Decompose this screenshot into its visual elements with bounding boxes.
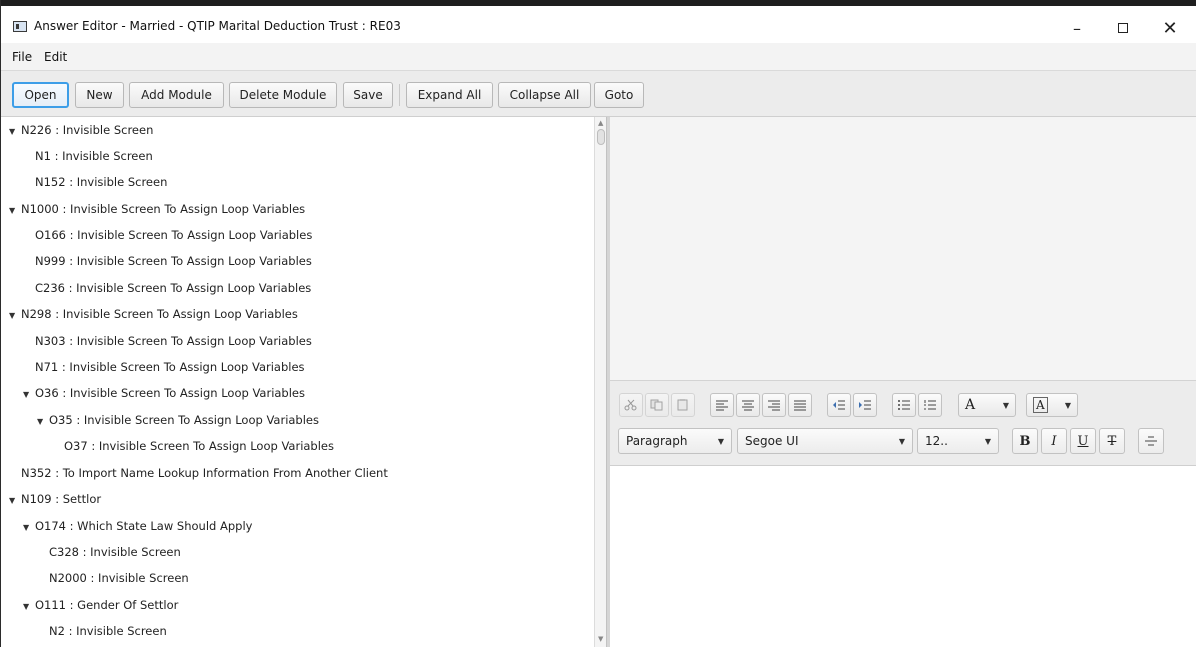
expand-arrow-icon[interactable]: ▼ (9, 119, 21, 145)
tree-item[interactable]: ▼ N298 : Invisible Screen To Assign Loop … (9, 301, 298, 327)
tree-item[interactable]: ▼ O174 : Which State Law Should Apply (23, 513, 252, 539)
tree-scrollbar[interactable]: ▲ ▼ (594, 117, 606, 647)
text-color-dropdown[interactable]: A ▼ (958, 393, 1016, 417)
chevron-down-icon: ▼ (1002, 400, 1009, 410)
bullet-list-button[interactable] (892, 393, 916, 417)
tree-item[interactable]: C328 : Invisible Screen (49, 539, 181, 565)
expand-arrow-icon[interactable]: ▼ (9, 488, 21, 514)
outdent-button[interactable] (827, 393, 851, 417)
open-button[interactable]: Open (12, 82, 69, 108)
paragraph-style-select[interactable]: Paragraph ▼ (618, 428, 732, 454)
toolbar-separator (399, 84, 400, 106)
numbered-list-button[interactable] (918, 393, 942, 417)
maximize-button[interactable] (1100, 12, 1146, 44)
expand-arrow-icon[interactable]: ▼ (23, 515, 35, 541)
tree-item[interactable]: ▼ O111 : Gender Of Settlor (23, 592, 178, 618)
expand-arrow-icon[interactable]: ▼ (9, 303, 21, 329)
bullet-list-icon (898, 400, 910, 410)
new-button[interactable]: New (75, 82, 124, 108)
numbered-list-icon (924, 400, 936, 410)
main-toolbar: Open New Add Module Delete Module Save E… (1, 71, 1196, 117)
close-button[interactable]: ✕ (1147, 12, 1193, 44)
tree-item[interactable]: N1 : Invisible Screen (35, 143, 153, 169)
chevron-down-icon: ▼ (1064, 400, 1071, 410)
background-color-dropdown[interactable]: A ▼ (1026, 393, 1078, 417)
outdent-icon (833, 400, 845, 410)
indent-icon (859, 400, 871, 410)
bold-button[interactable]: B (1012, 428, 1038, 454)
tree-item[interactable]: N71 : Invisible Screen To Assign Loop Va… (35, 354, 305, 380)
tree-item[interactable]: O166 : Invisible Screen To Assign Loop V… (35, 222, 312, 248)
tree-item[interactable]: ▼ N1000 : Invisible Screen To Assign Loop… (9, 196, 305, 222)
tree-item[interactable]: N152 : Invisible Screen (35, 169, 167, 195)
minimize-icon: – (1073, 18, 1081, 38)
copy-icon (650, 399, 663, 411)
chevron-down-icon: ▼ (898, 436, 905, 446)
tree-item[interactable]: ▼ N226 : Invisible Screen (9, 117, 153, 143)
chevron-down-icon: ▼ (717, 436, 724, 446)
tree-item[interactable]: C236 : Invisible Screen To Assign Loop V… (35, 275, 311, 301)
app-icon (13, 21, 27, 32)
answer-editor-window: Answer Editor - Married - QTIP Marital D… (0, 0, 1196, 647)
goto-button[interactable]: Goto (594, 82, 644, 108)
indent-button[interactable] (853, 393, 877, 417)
text-color-icon: A (965, 397, 976, 413)
align-left-button[interactable] (710, 393, 734, 417)
align-center-button[interactable] (736, 393, 760, 417)
scrollbar-thumb[interactable] (597, 129, 605, 145)
scroll-up-icon[interactable]: ▲ (598, 119, 603, 127)
strikethrough-button[interactable]: T (1099, 428, 1125, 454)
expand-arrow-icon[interactable]: ▼ (23, 594, 35, 620)
cut-button[interactable] (619, 393, 643, 417)
align-right-icon (768, 400, 780, 411)
close-icon: ✕ (1162, 17, 1178, 39)
tree-item[interactable]: N303 : Invisible Screen To Assign Loop V… (35, 328, 312, 354)
paste-icon (677, 399, 688, 411)
align-justify-icon (794, 400, 806, 411)
align-center-icon (742, 400, 754, 411)
minimize-button[interactable]: – (1054, 12, 1100, 44)
save-button[interactable]: Save (343, 82, 393, 108)
align-left-icon (716, 400, 728, 411)
tree-item[interactable]: ▼ N109 : Settlor (9, 486, 101, 512)
preview-pane (610, 117, 1196, 380)
insert-rule-icon (1145, 436, 1157, 446)
collapse-all-button[interactable]: Collapse All (498, 82, 591, 108)
tree-item[interactable]: N999 : Invisible Screen To Assign Loop V… (35, 248, 312, 274)
menu-bar: File Edit (1, 43, 1196, 71)
html-editor-toolbar: A ▼ A ▼ Paragraph ▼ Segoe UI ▼ 12.. ▼ B … (610, 380, 1196, 466)
maximize-icon (1118, 23, 1128, 33)
paste-button[interactable] (671, 393, 695, 417)
add-module-button[interactable]: Add Module (129, 82, 224, 108)
tree-item[interactable]: N352 : To Import Name Lookup Information… (21, 460, 388, 486)
font-family-select[interactable]: Segoe UI ▼ (737, 428, 913, 454)
tree-item[interactable]: N2000 : Invisible Screen (49, 565, 189, 591)
expand-arrow-icon[interactable]: ▼ (23, 382, 35, 408)
tree-item[interactable]: N2 : Invisible Screen (49, 618, 167, 644)
insert-rule-button[interactable] (1138, 428, 1164, 454)
expand-arrow-icon[interactable]: ▼ (37, 409, 49, 435)
expand-arrow-icon[interactable]: ▼ (9, 198, 21, 224)
expand-all-button[interactable]: Expand All (406, 82, 493, 108)
window-title: Answer Editor - Married - QTIP Marital D… (34, 19, 401, 33)
menu-file[interactable]: File (12, 50, 32, 64)
delete-module-button[interactable]: Delete Module (229, 82, 337, 108)
html-editor-content[interactable] (610, 466, 1196, 647)
align-justify-button[interactable] (788, 393, 812, 417)
copy-button[interactable] (645, 393, 669, 417)
align-right-button[interactable] (762, 393, 786, 417)
tree-item[interactable]: ▼ O35 : Invisible Screen To Assign Loop V… (37, 407, 319, 433)
chevron-down-icon: ▼ (984, 436, 991, 446)
module-tree[interactable]: ▼ N226 : Invisible Screen N1 : Invisible … (2, 117, 594, 647)
title-bar: Answer Editor - Married - QTIP Marital D… (1, 0, 1196, 43)
menu-edit[interactable]: Edit (44, 50, 67, 64)
italic-button[interactable]: I (1041, 428, 1067, 454)
cut-icon (624, 399, 637, 411)
tree-item[interactable]: ▼ O36 : Invisible Screen To Assign Loop V… (23, 380, 305, 406)
scroll-down-icon[interactable]: ▼ (598, 635, 603, 643)
tree-item[interactable]: O37 : Invisible Screen To Assign Loop Va… (64, 433, 334, 459)
underline-button[interactable]: U (1070, 428, 1096, 454)
font-size-select[interactable]: 12.. ▼ (917, 428, 999, 454)
background-color-icon: A (1033, 397, 1048, 413)
